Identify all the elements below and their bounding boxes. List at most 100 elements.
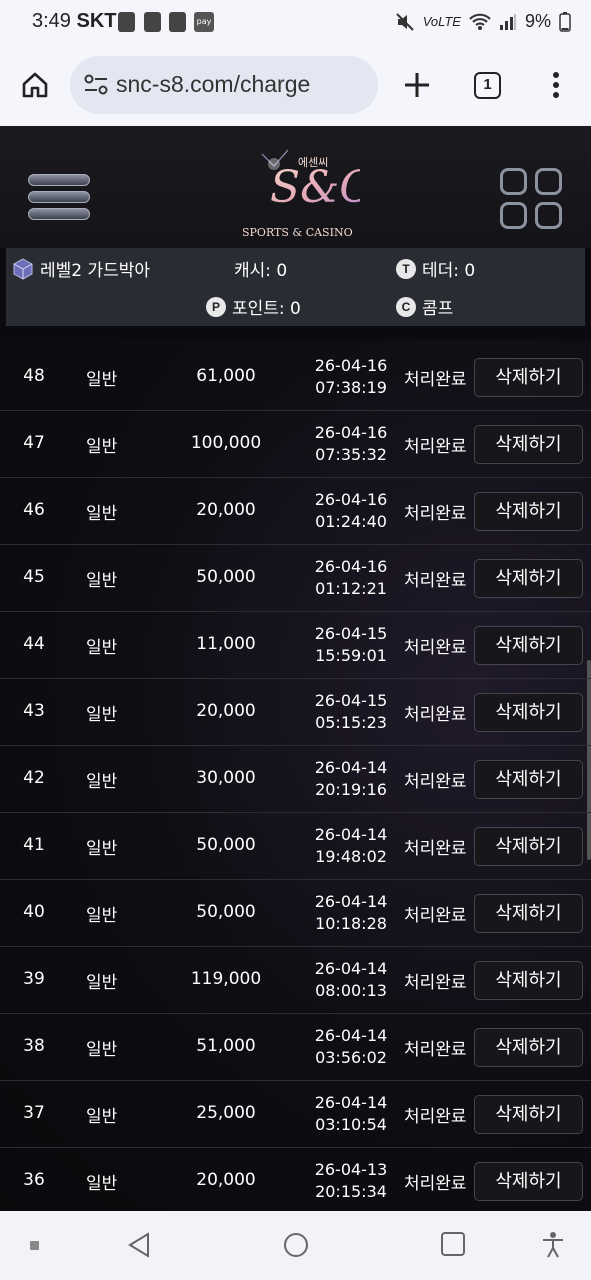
table-row: 36 일반 20,000 26-04-13 20:15:34 처리완료 삭제하기 bbox=[0, 1148, 591, 1211]
table-row: 40 일반 50,000 26-04-14 10:18:28 처리완료 삭제하기 bbox=[0, 880, 591, 947]
row-date: 26-04-14 bbox=[314, 1026, 388, 1045]
pay-notification-icon: pay bbox=[194, 12, 214, 32]
row-time: 20:15:34 bbox=[315, 1182, 387, 1201]
row-number: 46 bbox=[23, 500, 45, 520]
point-icon: P bbox=[206, 296, 226, 317]
home-icon[interactable] bbox=[20, 70, 50, 100]
row-date: 26-04-16 bbox=[314, 490, 388, 509]
row-number: 37 bbox=[23, 1103, 45, 1123]
tab-switcher-button[interactable]: 1 bbox=[474, 72, 501, 99]
accessibility-icon[interactable] bbox=[540, 1231, 566, 1259]
row-number: 41 bbox=[23, 835, 45, 855]
home-circle-icon[interactable] bbox=[282, 1231, 310, 1259]
delete-button[interactable]: 삭제하기 bbox=[474, 425, 583, 464]
browser-toolbar: snc-s8.com/charge 1 bbox=[0, 44, 591, 126]
row-datetime: 26-04-13 20:15:34 bbox=[308, 1159, 394, 1203]
delete-button[interactable]: 삭제하기 bbox=[474, 1162, 583, 1201]
delete-button[interactable]: 삭제하기 bbox=[474, 492, 583, 531]
status-right-icons: VoLTE 9% bbox=[395, 11, 571, 32]
status-time: 3:49 SKT bbox=[32, 10, 117, 33]
row-status: 처리완료 bbox=[404, 504, 467, 524]
row-status: 처리완료 bbox=[404, 437, 467, 457]
user-level: 레벨2 가드박아 bbox=[12, 256, 150, 281]
delete-button[interactable]: 삭제하기 bbox=[474, 626, 583, 665]
address-bar[interactable]: snc-s8.com/charge bbox=[70, 56, 378, 114]
row-status: 처리완료 bbox=[404, 1040, 467, 1060]
row-time: 01:24:40 bbox=[315, 512, 387, 531]
system-nav-bar bbox=[0, 1211, 591, 1280]
more-menu-icon[interactable] bbox=[546, 70, 566, 100]
tether-label: 테더: 0 bbox=[422, 261, 476, 281]
clock: 3:49 bbox=[32, 10, 71, 32]
user-info-bar: 레벨2 가드박아 캐시: 0 T 테더: 0 P 포인트: 0 C 콤프 bbox=[6, 248, 585, 326]
row-type: 일반 bbox=[86, 571, 118, 591]
row-amount: 20,000 bbox=[196, 701, 256, 721]
row-time: 07:35:32 bbox=[315, 445, 387, 464]
comp-label: 콤프 bbox=[422, 299, 454, 319]
site-settings-icon[interactable] bbox=[84, 74, 108, 96]
table-row: 44 일반 11,000 26-04-15 15:59:01 처리완료 삭제하기 bbox=[0, 612, 591, 679]
row-type: 일반 bbox=[86, 973, 118, 993]
row-date: 26-04-15 bbox=[314, 624, 388, 643]
delete-button[interactable]: 삭제하기 bbox=[474, 559, 583, 598]
row-type: 일반 bbox=[86, 906, 118, 926]
apps-grid-button[interactable] bbox=[500, 168, 564, 230]
row-type: 일반 bbox=[86, 1174, 118, 1194]
row-status: 처리완료 bbox=[404, 839, 467, 859]
row-datetime: 26-04-14 03:56:02 bbox=[308, 1025, 394, 1069]
b-app-notification-icon bbox=[144, 12, 161, 32]
row-time: 19:48:02 bbox=[315, 847, 387, 866]
row-datetime: 26-04-14 19:48:02 bbox=[308, 824, 394, 868]
charge-history-list[interactable]: 48 일반 61,000 26-04-16 07:38:19 처리완료 삭제하기 47 일반 10… bbox=[0, 340, 591, 1211]
table-row: 45 일반 50,000 26-04-16 01:12:21 처리완료 삭제하기 bbox=[0, 545, 591, 612]
row-amount: 50,000 bbox=[196, 902, 256, 922]
delete-button[interactable]: 삭제하기 bbox=[474, 760, 583, 799]
comp-icon: C bbox=[396, 296, 416, 317]
row-datetime: 26-04-14 08:00:13 bbox=[308, 958, 394, 1002]
row-amount: 25,000 bbox=[196, 1103, 256, 1123]
point-balance: P 포인트: 0 bbox=[206, 294, 301, 319]
grid-cell-icon bbox=[535, 168, 562, 195]
alert-notification-icon bbox=[118, 12, 135, 32]
battery-icon bbox=[559, 11, 571, 32]
row-number: 44 bbox=[23, 634, 45, 654]
row-date: 26-04-14 bbox=[314, 758, 388, 777]
battery-percent: 9% bbox=[524, 11, 551, 31]
delete-button[interactable]: 삭제하기 bbox=[474, 1028, 583, 1067]
menu-button[interactable] bbox=[28, 174, 90, 226]
row-type: 일반 bbox=[86, 437, 118, 457]
url-text[interactable]: snc-s8.com/charge bbox=[116, 71, 310, 98]
row-date: 26-04-16 bbox=[314, 356, 388, 375]
grid-cell-icon bbox=[500, 168, 527, 195]
row-time: 08:00:13 bbox=[315, 981, 387, 1000]
row-time: 05:15:23 bbox=[315, 713, 387, 732]
row-datetime: 26-04-14 03:10:54 bbox=[308, 1092, 394, 1136]
tether-icon: T bbox=[396, 258, 416, 279]
delete-button[interactable]: 삭제하기 bbox=[474, 827, 583, 866]
grid-cell-icon bbox=[535, 202, 562, 229]
status-bar: 3:49 SKT pay VoLTE 9% bbox=[0, 0, 591, 44]
menu-bar-icon bbox=[28, 191, 90, 203]
row-status: 처리완료 bbox=[404, 906, 467, 926]
delete-button[interactable]: 삭제하기 bbox=[474, 358, 583, 397]
wifi-icon bbox=[469, 13, 491, 30]
table-row: 42 일반 30,000 26-04-14 20:19:16 처리완료 삭제하기 bbox=[0, 746, 591, 813]
row-amount: 100,000 bbox=[190, 433, 262, 453]
comp-button[interactable]: C 콤프 bbox=[396, 294, 453, 319]
cash-balance: 캐시: 0 bbox=[234, 256, 287, 281]
site-logo[interactable]: S&C 에센씨 SPORTS & CASINO bbox=[230, 136, 360, 246]
delete-button[interactable]: 삭제하기 bbox=[474, 693, 583, 732]
point-label: 포인트: 0 bbox=[232, 299, 301, 319]
table-row: 37 일반 25,000 26-04-14 03:10:54 처리완료 삭제하기 bbox=[0, 1081, 591, 1148]
recents-icon[interactable] bbox=[440, 1231, 466, 1257]
delete-button[interactable]: 삭제하기 bbox=[474, 1095, 583, 1134]
table-row: 39 일반 119,000 26-04-14 08:00:13 처리완료 삭제하기 bbox=[0, 947, 591, 1014]
delete-button[interactable]: 삭제하기 bbox=[474, 961, 583, 1000]
row-time: 01:12:21 bbox=[315, 579, 387, 598]
row-number: 40 bbox=[23, 902, 45, 922]
row-time: 07:38:19 bbox=[315, 378, 387, 397]
back-icon[interactable] bbox=[126, 1231, 152, 1259]
table-row: 41 일반 50,000 26-04-14 19:48:02 처리완료 삭제하기 bbox=[0, 813, 591, 880]
new-tab-icon[interactable] bbox=[402, 70, 432, 100]
delete-button[interactable]: 삭제하기 bbox=[474, 894, 583, 933]
